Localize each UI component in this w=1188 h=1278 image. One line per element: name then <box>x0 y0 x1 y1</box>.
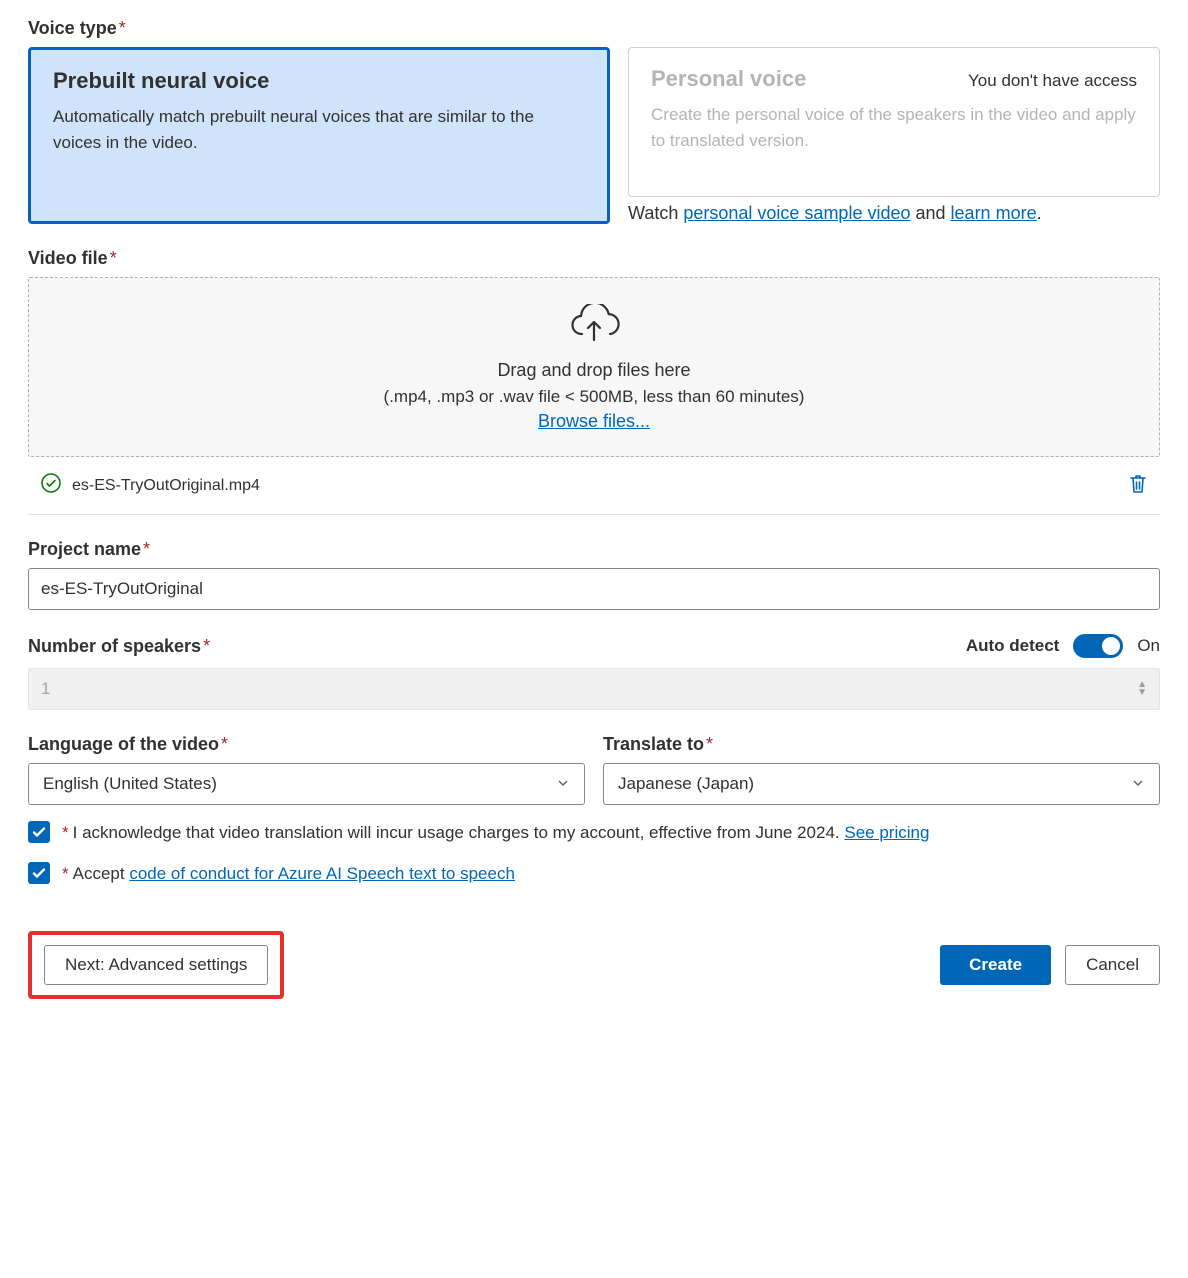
speakers-stepper[interactable]: ▲ ▼ <box>1137 681 1147 697</box>
next-button-highlight: Next: Advanced settings <box>28 931 284 999</box>
dropzone-line2: (.mp4, .mp3 or .wav file < 500MB, less t… <box>29 387 1159 407</box>
cloud-upload-icon <box>566 304 622 350</box>
footer-row: Next: Advanced settings Create Cancel <box>28 931 1160 999</box>
speakers-input: 1 ▲ ▼ <box>28 668 1160 710</box>
ack-coc-checkbox[interactable] <box>28 862 50 884</box>
ack-coc-text: *Accept code of conduct for Azure AI Spe… <box>60 860 515 887</box>
voice-card-prebuilt-title: Prebuilt neural voice <box>53 68 585 94</box>
ack-pricing-text: *I acknowledge that video translation wi… <box>60 819 929 846</box>
chevron-down-icon: ▼ <box>1137 689 1147 697</box>
project-name-input[interactable] <box>28 568 1160 610</box>
cancel-button[interactable]: Cancel <box>1065 945 1160 985</box>
voice-card-personal-desc: Create the personal voice of the speaker… <box>651 102 1137 155</box>
translate-value: Japanese (Japan) <box>618 774 754 794</box>
ack-coc-row: *Accept code of conduct for Azure AI Spe… <box>28 860 1160 887</box>
see-pricing-link[interactable]: See pricing <box>844 823 929 842</box>
ack-pricing-checkbox[interactable] <box>28 821 50 843</box>
voice-type-label: Voice type* <box>28 18 1160 39</box>
trash-icon <box>1128 483 1148 498</box>
next-advanced-button[interactable]: Next: Advanced settings <box>44 945 268 985</box>
voice-card-prebuilt[interactable]: Prebuilt neural voice Automatically matc… <box>28 47 610 224</box>
coc-link[interactable]: code of conduct for Azure AI Speech text… <box>129 864 515 883</box>
create-button[interactable]: Create <box>940 945 1051 985</box>
chevron-down-icon <box>556 776 570 793</box>
voice-type-cards: Prebuilt neural voice Automatically matc… <box>28 47 1160 224</box>
delete-file-button[interactable] <box>1124 469 1152 502</box>
voice-card-personal-noaccess: You don't have access <box>968 71 1137 91</box>
voice-card-prebuilt-desc: Automatically match prebuilt neural voic… <box>53 104 585 157</box>
language-value: English (United States) <box>43 774 217 794</box>
browse-files-link[interactable]: Browse files... <box>538 411 650 431</box>
voice-card-personal[interactable]: Personal voice You don't have access Cre… <box>628 47 1160 197</box>
toggle-state-label: On <box>1137 636 1160 656</box>
checkmark-circle-icon <box>40 472 62 499</box>
language-label: Language of the video* <box>28 734 585 755</box>
ack-pricing-row: *I acknowledge that video translation wi… <box>28 819 1160 846</box>
dropzone-line1: Drag and drop files here <box>29 360 1159 381</box>
personal-voice-subtext: Watch personal voice sample video and le… <box>628 203 1160 224</box>
uploaded-file-row: es-ES-TryOutOriginal.mp4 <box>28 457 1160 515</box>
translate-select[interactable]: Japanese (Japan) <box>603 763 1160 805</box>
uploaded-file-name: es-ES-TryOutOriginal.mp4 <box>72 477 260 495</box>
chevron-down-icon <box>1131 776 1145 793</box>
speakers-label: Number of speakers* <box>28 636 210 657</box>
language-select[interactable]: English (United States) <box>28 763 585 805</box>
project-name-label: Project name* <box>28 539 1160 560</box>
auto-detect-toggle[interactable] <box>1073 634 1123 658</box>
video-file-label: Video file* <box>28 248 1160 269</box>
personal-voice-learn-more-link[interactable]: learn more <box>951 203 1037 223</box>
video-file-dropzone[interactable]: Drag and drop files here (.mp4, .mp3 or … <box>28 277 1160 457</box>
personal-voice-sample-link[interactable]: personal voice sample video <box>683 203 910 223</box>
auto-detect-label: Auto detect <box>966 636 1060 656</box>
translate-label: Translate to* <box>603 734 1160 755</box>
voice-card-personal-title: Personal voice <box>651 66 806 92</box>
